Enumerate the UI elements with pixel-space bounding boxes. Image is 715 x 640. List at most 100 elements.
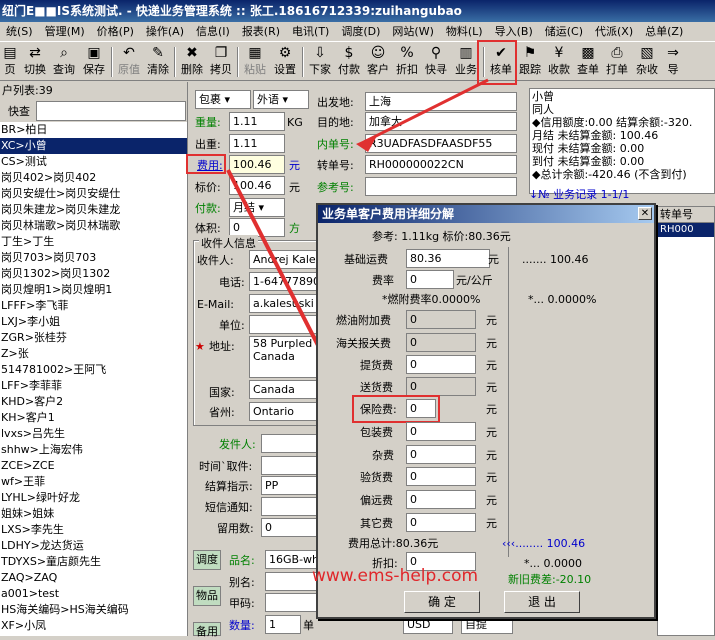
menu-item[interactable]: 代派(X)	[589, 22, 639, 41]
customer-item[interactable]: LXS>李先生	[0, 522, 187, 538]
toolbar-button[interactable]: ⇄ 切换	[21, 44, 49, 80]
menu-item[interactable]: 报表(R)	[236, 22, 286, 41]
toolbar-button[interactable]: ❐ 拷贝	[207, 44, 235, 80]
insurance-input[interactable]: 0	[406, 399, 436, 418]
toolbar-button[interactable]: ▦ 粘贴	[241, 44, 269, 80]
menu-item[interactable]: 导入(B)	[489, 22, 539, 41]
customer-item[interactable]: shhw>上海宏伟	[0, 442, 187, 458]
customer-item[interactable]: KHD>客户2	[0, 394, 187, 410]
customer-item[interactable]: 丁生>丁生	[0, 234, 187, 250]
state-input[interactable]: Ontario	[249, 402, 319, 421]
pack-select[interactable]: 包裹 ▾	[195, 90, 251, 109]
customer-item[interactable]: ZCE>ZCE	[0, 458, 187, 474]
customer-item[interactable]: 岗贝703>岗贝703	[0, 250, 187, 266]
cancel-button[interactable]: 退 出	[504, 591, 580, 613]
sender-input[interactable]	[261, 434, 319, 453]
customer-item[interactable]: LYHL>绿叶好龙	[0, 490, 187, 506]
menu-item[interactable]: 调度(D)	[335, 22, 386, 41]
dest-input[interactable]: 加拿大	[365, 112, 517, 131]
customer-item[interactable]: LFFF>李飞菲	[0, 298, 187, 314]
menu-item[interactable]: 电讯(T)	[286, 22, 335, 41]
quick-search-input[interactable]	[36, 101, 186, 121]
customer-item[interactable]: ZAQ>ZAQ	[0, 570, 187, 586]
menu-item[interactable]: 信息(I)	[190, 22, 236, 41]
tab-goods[interactable]: 物品	[193, 586, 221, 606]
pickup-input[interactable]: 0	[406, 355, 476, 374]
menu-item[interactable]: 网站(W)	[386, 22, 439, 41]
menu-item[interactable]: 总单(Z)	[639, 22, 689, 41]
rate-input[interactable]: 0	[406, 270, 454, 289]
customer-item[interactable]: LXJ>李小姐	[0, 314, 187, 330]
toolbar-button[interactable]: ▩ 查单	[574, 44, 602, 80]
toolbar-button[interactable]: ⎙ 打单	[603, 44, 631, 80]
unit-input[interactable]	[249, 315, 319, 334]
time-input[interactable]	[261, 456, 319, 475]
type-select[interactable]: 外语 ▾	[253, 90, 309, 109]
toolbar-button[interactable]: ⚑ 跟踪	[516, 44, 544, 80]
alias-input[interactable]	[265, 572, 319, 591]
sms-input[interactable]	[261, 497, 319, 516]
toolbar-button[interactable]: $ 付款	[335, 44, 363, 80]
tab-spare[interactable]: 备用	[193, 622, 221, 638]
menu-item[interactable]: 操作(A)	[140, 22, 190, 41]
pay-select[interactable]: 月结 ▾	[229, 198, 285, 217]
check-input[interactable]: 0	[406, 467, 476, 486]
qty-input[interactable]: 1	[265, 615, 301, 634]
customer-item[interactable]: 岗贝朱建龙>岗贝朱建龙	[0, 202, 187, 218]
menu-item[interactable]: 管理(M)	[39, 22, 91, 41]
outweight-input[interactable]: 1.11	[229, 134, 285, 153]
customer-item[interactable]: 514781002>王阿飞	[0, 362, 187, 378]
toolbar-button[interactable]: ☺ 客户	[364, 44, 392, 80]
base-input[interactable]: 80.36	[406, 249, 490, 268]
recipient-name-input[interactable]: Andrej Kale	[249, 250, 319, 269]
code-input[interactable]	[265, 593, 319, 612]
customer-item[interactable]: XC>小曾	[0, 138, 187, 154]
origin-input[interactable]: 上海	[365, 92, 517, 111]
customer-item[interactable]: wf>王菲	[0, 474, 187, 490]
customer-item[interactable]: LFF>李菲菲	[0, 378, 187, 394]
toolbar-button[interactable]: ▧ 杂收	[632, 44, 662, 80]
customer-item[interactable]: 岗贝林瑞歌>岗贝林瑞歌	[0, 218, 187, 234]
customer-item[interactable]: ZGR>张桂芬	[0, 330, 187, 346]
toolbar-button[interactable]: ▣ 保存	[79, 44, 109, 80]
delivery-input[interactable]: 0	[406, 377, 476, 396]
customer-item[interactable]: 岗贝402>岗贝402	[0, 170, 187, 186]
transfer-input[interactable]: RH000000022CN	[365, 155, 517, 174]
other-input[interactable]: 0	[406, 513, 476, 532]
ref-input[interactable]	[365, 177, 517, 196]
customer-item[interactable]: Z>张	[0, 346, 187, 362]
customer-item[interactable]: 岗贝煌明1>岗贝煌明1	[0, 282, 187, 298]
menu-item[interactable]: 储运(C)	[539, 22, 589, 41]
toolbar-button[interactable]: % 折扣	[393, 44, 421, 80]
weight-input[interactable]: 1.11	[229, 112, 285, 131]
goods-input[interactable]: 16GB-whi	[265, 550, 319, 569]
phone-input[interactable]: 1-647778906	[249, 272, 319, 291]
toolbar-button[interactable]: ▤ 页	[0, 44, 20, 80]
customer-item[interactable]: LDHY>龙达货运	[0, 538, 187, 554]
inner-input[interactable]: R3UADFASDFAASDF55	[365, 134, 517, 153]
customer-item[interactable]: 岗贝安缇仕>岗贝安缇仕	[0, 186, 187, 202]
customer-item[interactable]: lvxs>吕先生	[0, 426, 187, 442]
fuel-input[interactable]: 0	[406, 310, 476, 329]
toolbar-button[interactable]: ⇩ 下家	[306, 44, 334, 80]
misc-input[interactable]: 0	[406, 445, 476, 464]
country-input[interactable]: Canada	[249, 380, 319, 399]
customer-item[interactable]: HS海关编码>HS海关编码	[0, 602, 187, 618]
tab-dispatch[interactable]: 调度	[193, 550, 221, 570]
close-icon[interactable]: ✕	[638, 207, 652, 220]
ok-button[interactable]: 确 定	[404, 591, 480, 613]
price-input[interactable]: 100.46	[229, 176, 285, 195]
customer-item[interactable]: a001>test	[0, 586, 187, 602]
toolbar-button[interactable]: ⇒ 导	[663, 44, 683, 80]
leave-input[interactable]: 0	[261, 518, 319, 537]
menu-item[interactable]: 物料(L)	[440, 22, 489, 41]
menu-item[interactable]: 统(S)	[0, 22, 39, 41]
toolbar-button[interactable]: ⚙ 设置	[270, 44, 300, 80]
toolbar-button[interactable]: ⌕ 查询	[50, 44, 78, 80]
toolbar-button[interactable]: ✎ 清除	[144, 44, 172, 80]
addr-input[interactable]: 58 Purpled Canada	[249, 336, 319, 378]
customer-item[interactable]: XF>小凤	[0, 618, 187, 634]
customer-list[interactable]: BR>柏日 XC>小曾 CS>测试 岗贝402>岗贝402 岗贝安缇仕>岗贝安缇仕 岗贝朱…	[0, 122, 187, 634]
remote-input[interactable]: 0	[406, 490, 476, 509]
menu-item[interactable]: 价格(P)	[91, 22, 140, 41]
